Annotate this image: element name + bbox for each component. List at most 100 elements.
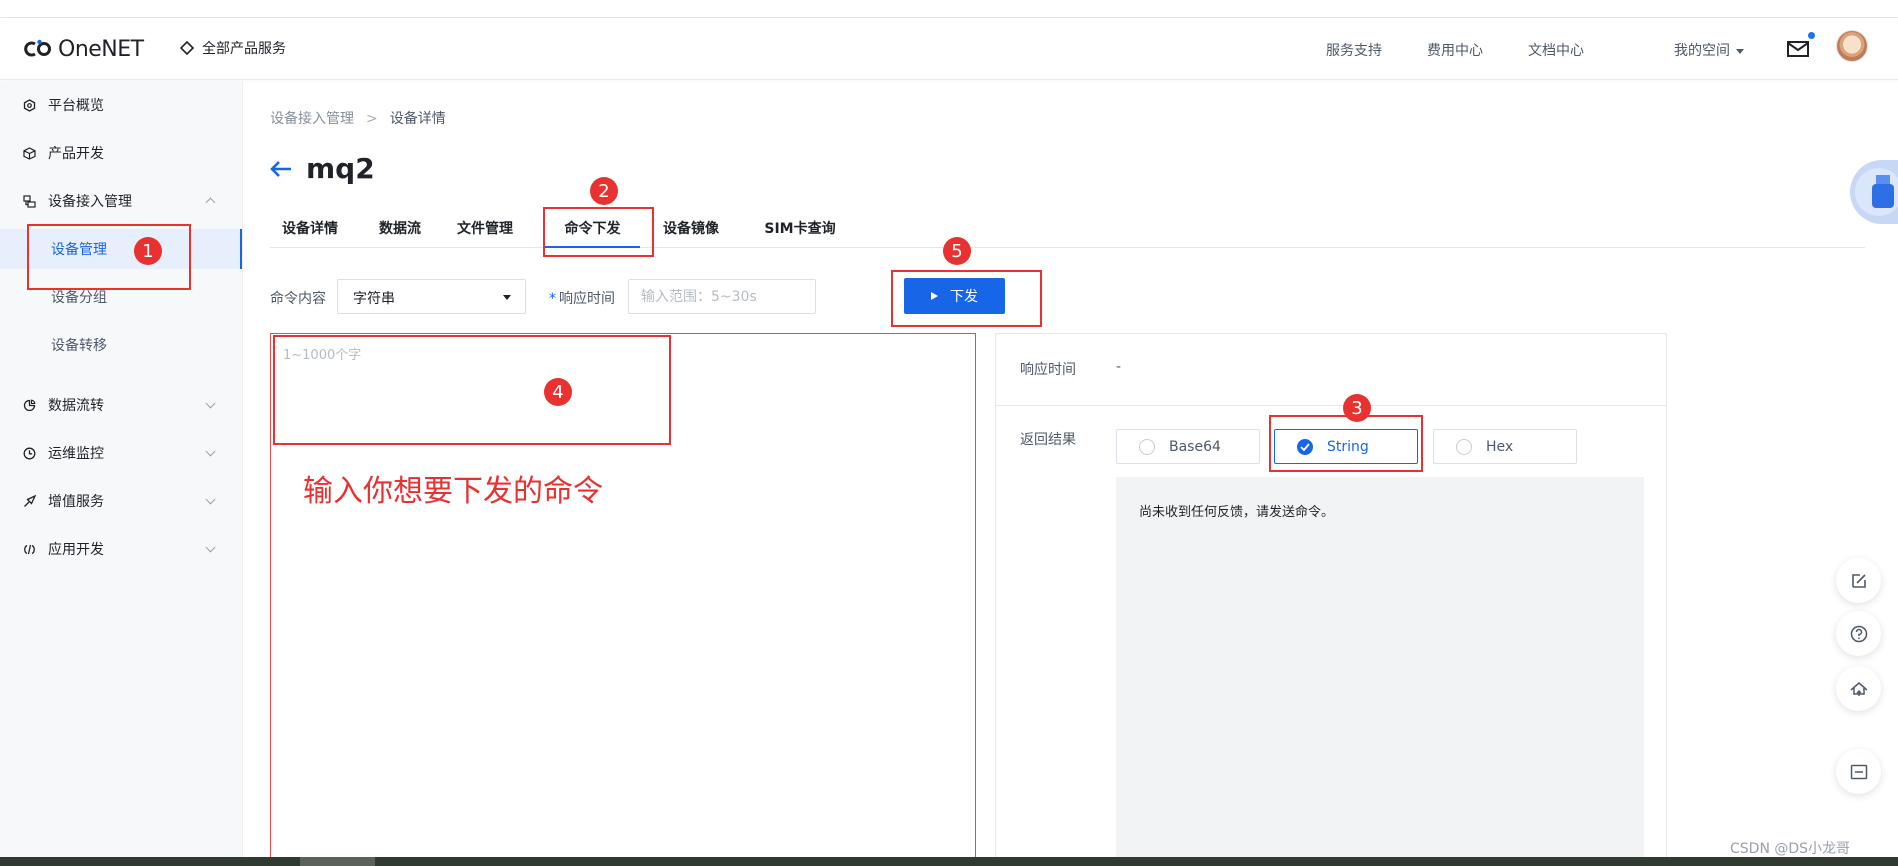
caret-down-icon: [1736, 48, 1744, 54]
minus-box-icon: [1850, 764, 1867, 779]
nav-my-space-label: 我的空间: [1674, 43, 1730, 59]
sidebar-item-overview[interactable]: 平台概览: [0, 85, 242, 125]
nav-my-space[interactable]: 我的空间: [1629, 40, 1744, 60]
avatar[interactable]: [1836, 30, 1868, 62]
question-icon: [1850, 625, 1867, 642]
command-type-value: 字符串: [353, 291, 395, 307]
page-title: mq2: [306, 152, 375, 185]
format-option-label: Base64: [1169, 438, 1221, 455]
annotation-box-command-input: [273, 335, 671, 445]
tab-sim-query[interactable]: SIM卡查询: [750, 218, 850, 248]
tab-data-stream[interactable]: 数据流: [370, 218, 430, 248]
usb-icon: [1872, 175, 1894, 208]
caret-down-icon: [503, 295, 511, 300]
data-flow-icon: [22, 398, 36, 412]
annotation-badge-4: 4: [544, 378, 572, 406]
result-output-box: 尚未收到任何反馈，请发送命令。: [1116, 477, 1644, 866]
command-content-label: 命令内容: [270, 291, 326, 307]
top-header: OneNET 全部产品服务 服务支持 费用中心 文档中心 我的空间: [0, 18, 1898, 80]
device-access-icon: [22, 194, 36, 208]
taskbar-scroll-thumb[interactable]: [300, 857, 375, 866]
chevron-down-icon: [205, 398, 216, 409]
result-panel: 响应时间 - 返回结果 Base64 String Hex 尚未收到任何反馈，请…: [995, 333, 1667, 866]
sidebar-item-label: 应用开发: [48, 542, 104, 558]
response-time-label-text: 响应时间: [559, 291, 615, 307]
nav-billing-center[interactable]: 费用中心: [1427, 40, 1483, 60]
sidebar-item-monitor[interactable]: 运维监控: [0, 433, 242, 473]
return-result-label: 返回结果: [1020, 432, 1076, 448]
nav-docs-center[interactable]: 文档中心: [1528, 40, 1584, 60]
response-time-label: * 响应时间: [549, 288, 615, 308]
sidebar-item-product-dev[interactable]: 产品开发: [0, 133, 242, 173]
feedback-button[interactable]: [1836, 558, 1881, 603]
sidebar-item-label: 增值服务: [48, 494, 104, 510]
all-products-label: 全部产品服务: [202, 41, 286, 57]
title-row: mq2: [270, 152, 375, 185]
value-added-icon: [22, 494, 36, 508]
radio-circle-icon: [1456, 438, 1472, 455]
sidebar-subitem-device-transfer[interactable]: 设备转移: [0, 325, 242, 365]
diamond-icon: [180, 41, 194, 55]
annotation-box-string-format: [1269, 415, 1423, 472]
breadcrumb: 设备接入管理 > 设备详情: [270, 108, 446, 128]
sidebar-item-device-access[interactable]: 设备接入管理: [0, 181, 242, 221]
sidebar-item-label: 平台概览: [48, 98, 104, 114]
app-dev-icon: [22, 542, 36, 556]
chevron-down-icon: [205, 494, 216, 505]
format-option-label: Hex: [1486, 438, 1514, 455]
breadcrumb-parent[interactable]: 设备接入管理: [270, 111, 354, 127]
watermark: CSDN @DS小龙哥: [1730, 841, 1851, 857]
result-response-time-label: 响应时间: [1020, 362, 1076, 378]
breadcrumb-separator: >: [366, 111, 378, 127]
result-response-time-value: -: [1116, 359, 1122, 375]
taskbar: [0, 857, 1898, 866]
collapse-button[interactable]: [1836, 749, 1881, 794]
sidebar-item-label: 产品开发: [48, 146, 104, 162]
annotation-hint-text: 输入你想要下发的命令: [303, 474, 603, 509]
tab-file-management[interactable]: 文件管理: [450, 218, 520, 248]
overview-icon: [22, 98, 36, 112]
format-option-base64[interactable]: Base64: [1116, 429, 1260, 464]
panel-divider: [996, 405, 1666, 406]
help-button[interactable]: [1836, 611, 1881, 656]
annotation-badge-2: 2: [590, 177, 618, 205]
all-products-menu[interactable]: 全部产品服务: [180, 38, 286, 58]
cube-icon: [22, 146, 36, 160]
onenet-logo[interactable]: OneNET: [24, 36, 144, 62]
sidebar-item-value-added[interactable]: 增值服务: [0, 481, 242, 521]
chevron-down-icon: [205, 446, 216, 457]
chevron-up-icon: [205, 197, 216, 208]
service-icon: [1850, 681, 1867, 696]
chevron-down-icon: [205, 542, 216, 553]
top-nav: 服务支持 费用中心 文档中心 我的空间: [1281, 40, 1744, 60]
onenet-logo-icon: [24, 39, 51, 57]
edit-icon: [1851, 573, 1866, 588]
browser-top-strip: [0, 0, 1898, 18]
customer-service-button[interactable]: [1836, 666, 1881, 711]
radio-circle-icon: [1139, 438, 1155, 455]
tab-device-detail[interactable]: 设备详情: [270, 218, 350, 248]
response-time-input[interactable]: [628, 279, 816, 314]
annotation-box-device-management: [27, 224, 191, 290]
back-arrow-icon[interactable]: [270, 160, 292, 178]
logo-text: OneNET: [58, 36, 144, 62]
tab-device-mirror[interactable]: 设备镜像: [656, 218, 726, 248]
monitor-icon: [22, 446, 36, 460]
annotation-box-command-tab: [543, 207, 654, 257]
sidebar-item-label: 运维监控: [48, 446, 104, 462]
format-option-hex[interactable]: Hex: [1433, 429, 1577, 464]
command-type-select[interactable]: 字符串: [337, 279, 526, 314]
sidebar-item-app-dev[interactable]: 应用开发: [0, 529, 242, 569]
annotation-box-send-button: [891, 270, 1042, 327]
tab-bar: 设备详情 数据流 文件管理 命令下发 设备镜像 SIM卡查询: [270, 218, 1865, 248]
sidebar-item-data-flow[interactable]: 数据流转: [0, 385, 242, 425]
required-asterisk: *: [549, 291, 556, 307]
nav-service-support[interactable]: 服务支持: [1326, 40, 1382, 60]
mail-icon[interactable]: [1787, 40, 1809, 58]
annotation-badge-5: 5: [943, 237, 971, 265]
annotation-badge-1: 1: [134, 237, 162, 265]
sidebar-item-label: 设备接入管理: [48, 194, 132, 210]
usb-assistant-widget[interactable]: [1850, 160, 1898, 224]
breadcrumb-current: 设备详情: [389, 111, 446, 127]
sidebar-item-label: 数据流转: [48, 398, 104, 414]
